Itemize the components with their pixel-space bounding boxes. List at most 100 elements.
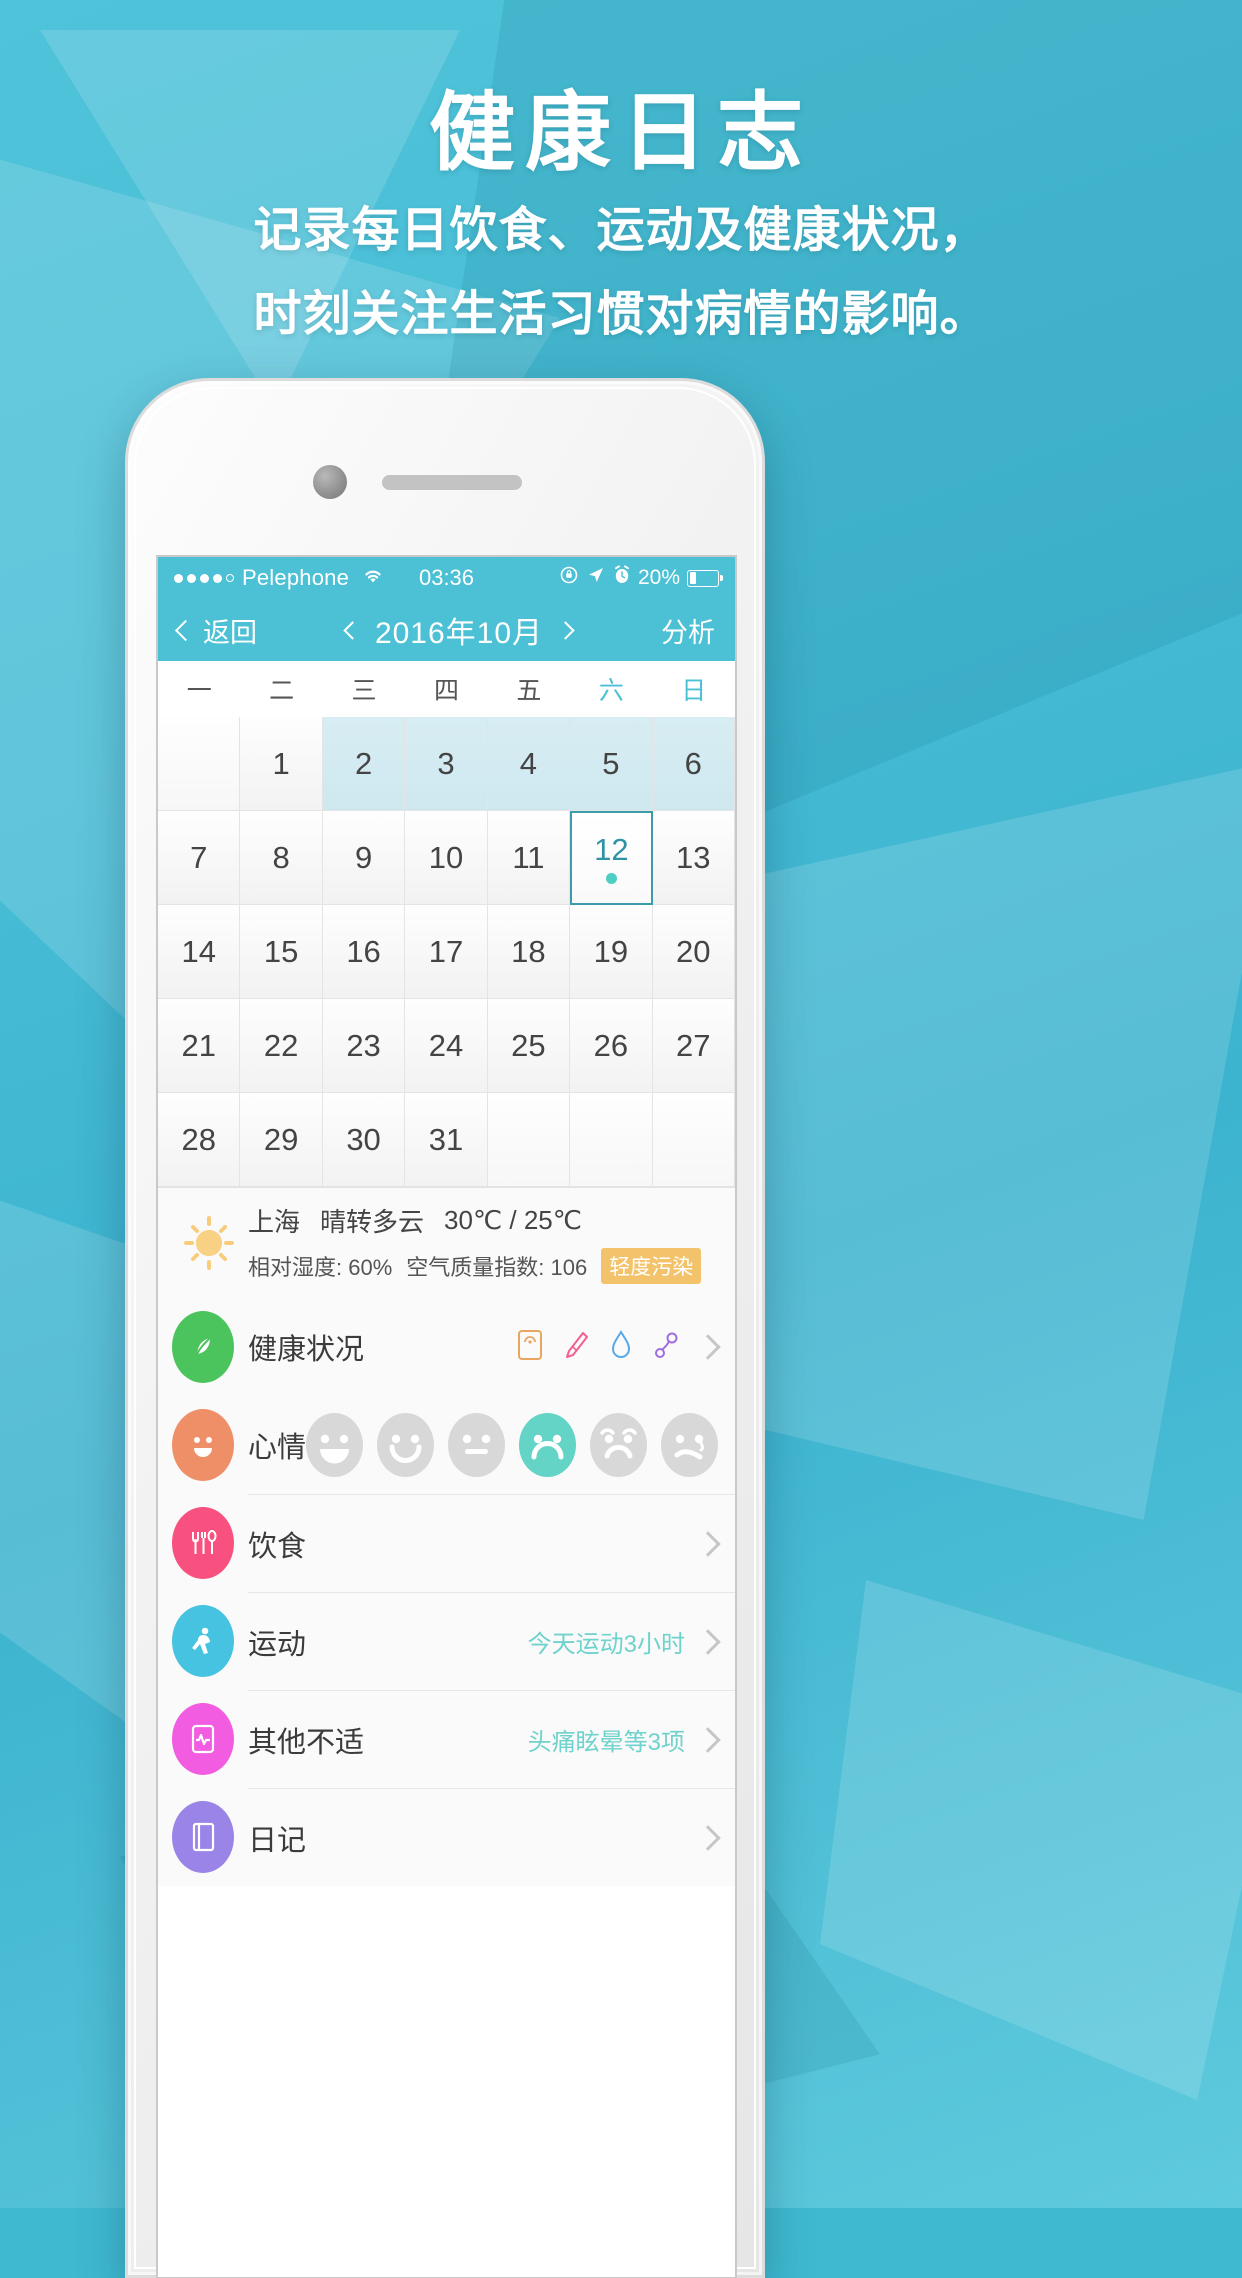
thermometer-icon[interactable] (563, 1329, 589, 1366)
calendar-day-empty (570, 1093, 653, 1187)
mood-face-worried[interactable] (590, 1413, 648, 1477)
rotation-lock-icon (559, 565, 579, 591)
calendar-day-11[interactable]: 11 (487, 811, 571, 905)
alarm-clock-icon (613, 565, 631, 591)
list-item-diet[interactable]: 饮食 (158, 1494, 735, 1592)
phone-screen: Pelephone 03:36 20% 返回 2016年10月 分析 一 二 三… (158, 557, 735, 2277)
list-item-label: 饮食 (248, 1530, 307, 1563)
leaf-icon (172, 1311, 234, 1383)
calendar-day-29[interactable]: 29 (240, 1093, 323, 1187)
prev-month-button[interactable] (343, 620, 362, 640)
weekday-4: 五 (516, 677, 542, 705)
calendar-day-24[interactable]: 24 (405, 999, 488, 1093)
runner-icon (172, 1605, 234, 1677)
chevron-right-icon (695, 1628, 721, 1655)
calendar-day-16[interactable]: 16 (322, 905, 406, 999)
aqi-badge: 轻度污染 (601, 1248, 702, 1284)
weekday-1: 二 (269, 677, 295, 705)
list-item-value: 头痛眩晕等3项 (527, 1729, 685, 1756)
sun-cloud-icon (178, 1212, 240, 1274)
selected-day-dot (605, 873, 617, 884)
calendar: 一二三四五六日 1 2 3 4 5 6 7 8 9 10 11 12 13 14 15 16 17 18 19 20 2… (158, 661, 735, 1187)
weekday-2: 三 (351, 677, 377, 705)
calendar-day-7[interactable]: 7 (158, 811, 241, 905)
weekday-3: 四 (433, 677, 459, 705)
calendar-day-21[interactable]: 21 (158, 999, 241, 1093)
month-title: 2016年10月 (374, 617, 544, 650)
mood-face-laugh[interactable] (306, 1413, 364, 1477)
list-item-diary[interactable]: 日记 (158, 1788, 735, 1886)
calendar-day-14[interactable]: 14 (158, 905, 241, 999)
battery-percent: 20% (637, 566, 680, 589)
wifi-icon (361, 566, 385, 590)
weather-aqi: 空气质量指数: 106 (406, 1255, 588, 1280)
calendar-day-5[interactable]: 5 (570, 717, 653, 811)
calendar-day-13[interactable]: 13 (652, 811, 735, 905)
weather-summary[interactable]: 上海 晴转多云 30℃ / 25℃ 相对湿度: 60% 空气质量指数: 106 … (158, 1188, 735, 1298)
calendar-day-20[interactable]: 20 (652, 905, 735, 999)
pulse-monitor-icon (172, 1703, 234, 1775)
list-item-exercise[interactable]: 运动 今天运动3小时 (158, 1592, 735, 1690)
weather-condition: 晴转多云 (320, 1207, 425, 1237)
promo-subtitle-line-1: 记录每日饮食、运动及健康状况， (253, 204, 989, 258)
list-item-mood[interactable]: 心情 (158, 1396, 735, 1494)
chevron-right-icon (695, 1824, 721, 1851)
mood-face-neutral[interactable] (448, 1413, 506, 1477)
calendar-day-26[interactable]: 26 (570, 999, 653, 1093)
promo-subtitle-line-2: 时刻关注生活习惯对病情的影响。 (253, 287, 989, 341)
list-item-other-discomfort[interactable]: 其他不适 头痛眩晕等3项 (158, 1690, 735, 1788)
chevron-right-icon (695, 1530, 721, 1557)
calendar-day-empty (652, 1093, 735, 1187)
calendar-day-9[interactable]: 9 (322, 811, 406, 905)
calendar-day-6[interactable]: 6 (652, 717, 735, 811)
stethoscope-icon[interactable] (653, 1329, 681, 1366)
next-month-button[interactable] (556, 620, 575, 640)
calendar-day-31[interactable]: 31 (405, 1093, 488, 1187)
weight-scale-icon[interactable] (517, 1329, 543, 1366)
back-button[interactable]: 返回 (174, 611, 257, 650)
calendar-day-10[interactable]: 10 (405, 811, 488, 905)
earpiece-speaker (382, 475, 522, 490)
weekday-0: 一 (186, 677, 212, 705)
calendar-day-18[interactable]: 18 (487, 905, 571, 999)
list-item-label: 运动 (248, 1628, 307, 1661)
calendar-day-3[interactable]: 3 (405, 717, 488, 811)
smiley-icon (172, 1409, 234, 1481)
calendar-day-19[interactable]: 19 (570, 905, 653, 999)
calendar-day-empty (158, 717, 241, 811)
carrier-name: Pelephone (242, 565, 350, 590)
calendar-day-4[interactable]: 4 (487, 717, 571, 811)
calendar-day-1[interactable]: 1 (240, 717, 323, 811)
calendar-day-grid: 1 2 3 4 5 6 7 8 9 10 11 12 13 14 15 16 17 18 19 20 21 22 23 24 2… (158, 717, 735, 1187)
notebook-icon (172, 1801, 234, 1873)
month-selector: 2016年10月 (257, 608, 661, 652)
mood-face-sad[interactable] (519, 1413, 577, 1477)
calendar-day-27[interactable]: 27 (652, 999, 735, 1093)
mood-face-smile[interactable] (377, 1413, 435, 1477)
calendar-day-22[interactable]: 22 (240, 999, 323, 1093)
list-item-health-status[interactable]: 健康状况 (158, 1298, 735, 1396)
mood-face-cry[interactable] (661, 1413, 719, 1477)
calendar-day-28[interactable]: 28 (158, 1093, 241, 1187)
calendar-day-30[interactable]: 30 (322, 1093, 406, 1187)
chevron-right-icon (695, 1726, 721, 1753)
promo-headline: 健康日志 记录每日饮食、运动及健康状况， 时刻关注生活习惯对病情的影响。 (0, 88, 1242, 345)
calendar-day-8[interactable]: 8 (240, 811, 323, 905)
signal-strength-icon (174, 573, 234, 583)
back-label: 返回 (203, 617, 257, 648)
weather-temperature: 30℃ / 25℃ (444, 1205, 582, 1235)
analysis-button[interactable]: 分析 (661, 611, 715, 650)
calendar-day-23[interactable]: 23 (322, 999, 406, 1093)
list-item-value: 今天运动3小时 (527, 1631, 685, 1658)
weekday-5: 六 (598, 677, 624, 705)
chevron-right-icon (695, 1334, 721, 1360)
calendar-day-15[interactable]: 15 (240, 905, 323, 999)
calendar-day-25[interactable]: 25 (487, 999, 571, 1093)
calendar-day-17[interactable]: 17 (405, 905, 488, 999)
water-drop-icon[interactable] (609, 1329, 633, 1366)
calendar-day-2[interactable]: 2 (322, 717, 406, 811)
battery-icon (687, 569, 723, 587)
chevron-left-icon (174, 619, 197, 641)
list-item-label: 日记 (248, 1824, 307, 1857)
calendar-day-12[interactable]: 12 (570, 811, 653, 905)
